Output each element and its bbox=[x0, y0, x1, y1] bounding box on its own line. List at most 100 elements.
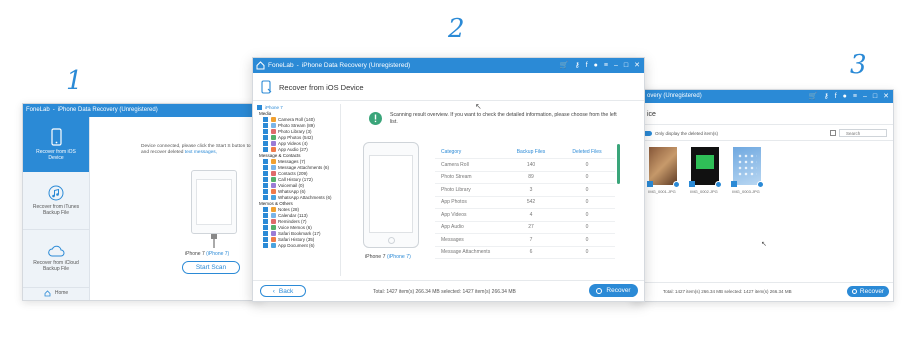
minimize-icon[interactable]: – bbox=[614, 58, 618, 73]
sidebar: Recover from iOS Device Recover from iTu… bbox=[23, 117, 90, 300]
tree-checkbox[interactable] bbox=[263, 188, 268, 194]
media-category-icon bbox=[271, 140, 276, 146]
info-icon[interactable] bbox=[673, 181, 680, 188]
photo-thumbnail[interactable] bbox=[731, 147, 764, 188]
tree-checkbox[interactable] bbox=[263, 122, 268, 128]
tree-item[interactable]: App Document (6) bbox=[257, 242, 340, 248]
tree-checkbox[interactable] bbox=[263, 164, 268, 170]
category-tree: iPhone 7 Media Camera Roll (140) Photo St… bbox=[257, 104, 341, 276]
grid-view-icon[interactable] bbox=[830, 130, 836, 136]
title-bar: overy (Unregistered) 🛒 ⚷ f ● ≡ – □ ✕ bbox=[633, 90, 893, 103]
back-button[interactable]: ‹ Back bbox=[260, 285, 306, 297]
chat-icon[interactable]: ● bbox=[594, 58, 598, 73]
tree-item-label: App Videos (4) bbox=[278, 140, 308, 146]
chat-icon[interactable]: ● bbox=[843, 90, 847, 103]
tree-item-label: App Audio (27) bbox=[278, 146, 308, 152]
tree-checkbox[interactable] bbox=[263, 146, 268, 152]
table-cell: 7 bbox=[529, 236, 533, 243]
back-arrow-icon: ‹ bbox=[272, 287, 275, 295]
table-cell: 89 bbox=[528, 174, 534, 181]
window-title: overy (Unregistered) bbox=[647, 93, 702, 99]
table-cell: 0 bbox=[585, 211, 589, 218]
home-label: Home bbox=[54, 290, 69, 296]
tree-checkbox[interactable] bbox=[263, 140, 268, 146]
close-icon[interactable]: ✕ bbox=[883, 90, 889, 103]
home-icon[interactable] bbox=[256, 61, 265, 70]
menu-icon[interactable]: ≡ bbox=[604, 58, 608, 73]
tree-checkbox[interactable] bbox=[263, 206, 268, 212]
cart-icon[interactable]: 🛒 bbox=[560, 58, 569, 73]
home-button[interactable]: Home bbox=[23, 286, 89, 300]
start-scan-button[interactable]: Start Scan bbox=[182, 261, 240, 274]
tree-checkbox[interactable] bbox=[263, 194, 268, 200]
table-row[interactable]: Photo Library 3 0 bbox=[435, 184, 615, 197]
table-row[interactable]: Photo Stream 89 0 bbox=[435, 172, 615, 184]
facebook-icon[interactable]: f bbox=[586, 58, 588, 73]
maximize-icon[interactable]: □ bbox=[624, 58, 628, 73]
table-cell: Message Attachments bbox=[441, 249, 491, 256]
tree-item-label: Photo Stream (89) bbox=[278, 122, 315, 128]
tree-checkbox[interactable] bbox=[263, 176, 268, 182]
sidebar-item-label: Recover from iOS Device bbox=[36, 149, 76, 161]
tree-checkbox[interactable] bbox=[263, 170, 268, 176]
window-title: iPhone Data Recovery (Unregistered) bbox=[301, 62, 411, 69]
photo-thumbnail[interactable] bbox=[647, 147, 680, 188]
tree-checkbox[interactable] bbox=[263, 242, 268, 248]
sidebar-item-itunes-backup[interactable]: Recover from iTunes Backup File bbox=[23, 172, 89, 230]
tree-media-list: Camera Roll (140) Photo Stream (89) Photo … bbox=[257, 116, 340, 152]
search-input[interactable] bbox=[839, 129, 887, 137]
recover-icon bbox=[851, 289, 857, 294]
device-name: iPhone 7 (iPhone 7) bbox=[185, 251, 230, 257]
close-icon[interactable]: ✕ bbox=[634, 58, 640, 73]
facebook-icon[interactable]: f bbox=[835, 90, 837, 103]
app-name: FoneLab bbox=[26, 107, 50, 113]
table-row[interactable]: Message Attachments 6 0 bbox=[435, 247, 615, 259]
home-icon bbox=[44, 289, 51, 296]
table-row[interactable]: App Photos 542 0 bbox=[435, 197, 615, 209]
info-icon[interactable] bbox=[757, 181, 764, 188]
recover-button[interactable]: Recover bbox=[589, 284, 638, 297]
window-title: iPhone Data Recovery (Unregistered) bbox=[57, 107, 158, 113]
photo-thumbnail[interactable] bbox=[689, 147, 722, 188]
page-title: Recover from iOS Device bbox=[279, 82, 364, 92]
table-row[interactable]: Camera Roll 140 0 bbox=[435, 159, 615, 172]
text-messages-link[interactable]: text messages, bbox=[185, 150, 217, 155]
minimize-icon[interactable]: – bbox=[863, 90, 867, 103]
menu-icon[interactable]: ≡ bbox=[853, 90, 857, 103]
cart-icon[interactable]: 🛒 bbox=[809, 90, 818, 103]
only-deleted-toggle[interactable]: Only display the deleted item(s) bbox=[643, 131, 718, 136]
tree-checkbox[interactable] bbox=[263, 230, 268, 236]
table-row[interactable]: App Audio 27 0 bbox=[435, 222, 615, 234]
tree-checkbox[interactable] bbox=[263, 218, 268, 224]
table-row[interactable]: Messages 7 0 bbox=[435, 234, 615, 247]
sidebar-item-icloud-backup[interactable]: Recover from iCloud Backup File bbox=[23, 230, 89, 288]
key-icon[interactable]: ⚷ bbox=[824, 90, 829, 103]
tree-checkbox[interactable] bbox=[263, 224, 268, 230]
maximize-icon[interactable]: □ bbox=[873, 90, 877, 103]
table-row[interactable]: App Videos 4 0 bbox=[435, 209, 615, 222]
table-cell: Messages bbox=[441, 236, 464, 243]
sidebar-item-ios-device[interactable]: Recover from iOS Device bbox=[23, 117, 89, 172]
tree-checkbox[interactable] bbox=[263, 236, 268, 242]
results-table: Category Backup Files Deleted Files Came… bbox=[435, 146, 615, 259]
tree-item-label: Calendar (113) bbox=[278, 212, 308, 218]
table-cell: App Audio bbox=[441, 224, 464, 231]
tree-checkbox[interactable] bbox=[263, 212, 268, 218]
key-icon[interactable]: ⚷ bbox=[575, 58, 580, 73]
tree-checkbox[interactable] bbox=[263, 116, 268, 122]
recover-button[interactable]: Recover bbox=[847, 286, 889, 297]
table-cell: 0 bbox=[585, 199, 589, 206]
table-cell: 0 bbox=[585, 174, 589, 181]
tree-message-list: Messages (7) Message Attachments (6) Conta… bbox=[257, 158, 340, 200]
memo-category-icon bbox=[271, 224, 276, 230]
table-cell: Camera Roll bbox=[441, 161, 469, 168]
tree-checkbox[interactable] bbox=[263, 128, 268, 134]
tree-checkbox[interactable] bbox=[263, 182, 268, 188]
message-category-icon bbox=[271, 188, 276, 194]
info-icon[interactable] bbox=[715, 181, 722, 188]
tree-checkbox[interactable] bbox=[263, 158, 268, 164]
thumbnail-caption: IMG_0003.JPG bbox=[732, 189, 760, 194]
table-scrollbar[interactable] bbox=[617, 144, 620, 184]
recover-label: Recover bbox=[606, 287, 631, 294]
tree-checkbox[interactable] bbox=[263, 134, 268, 140]
